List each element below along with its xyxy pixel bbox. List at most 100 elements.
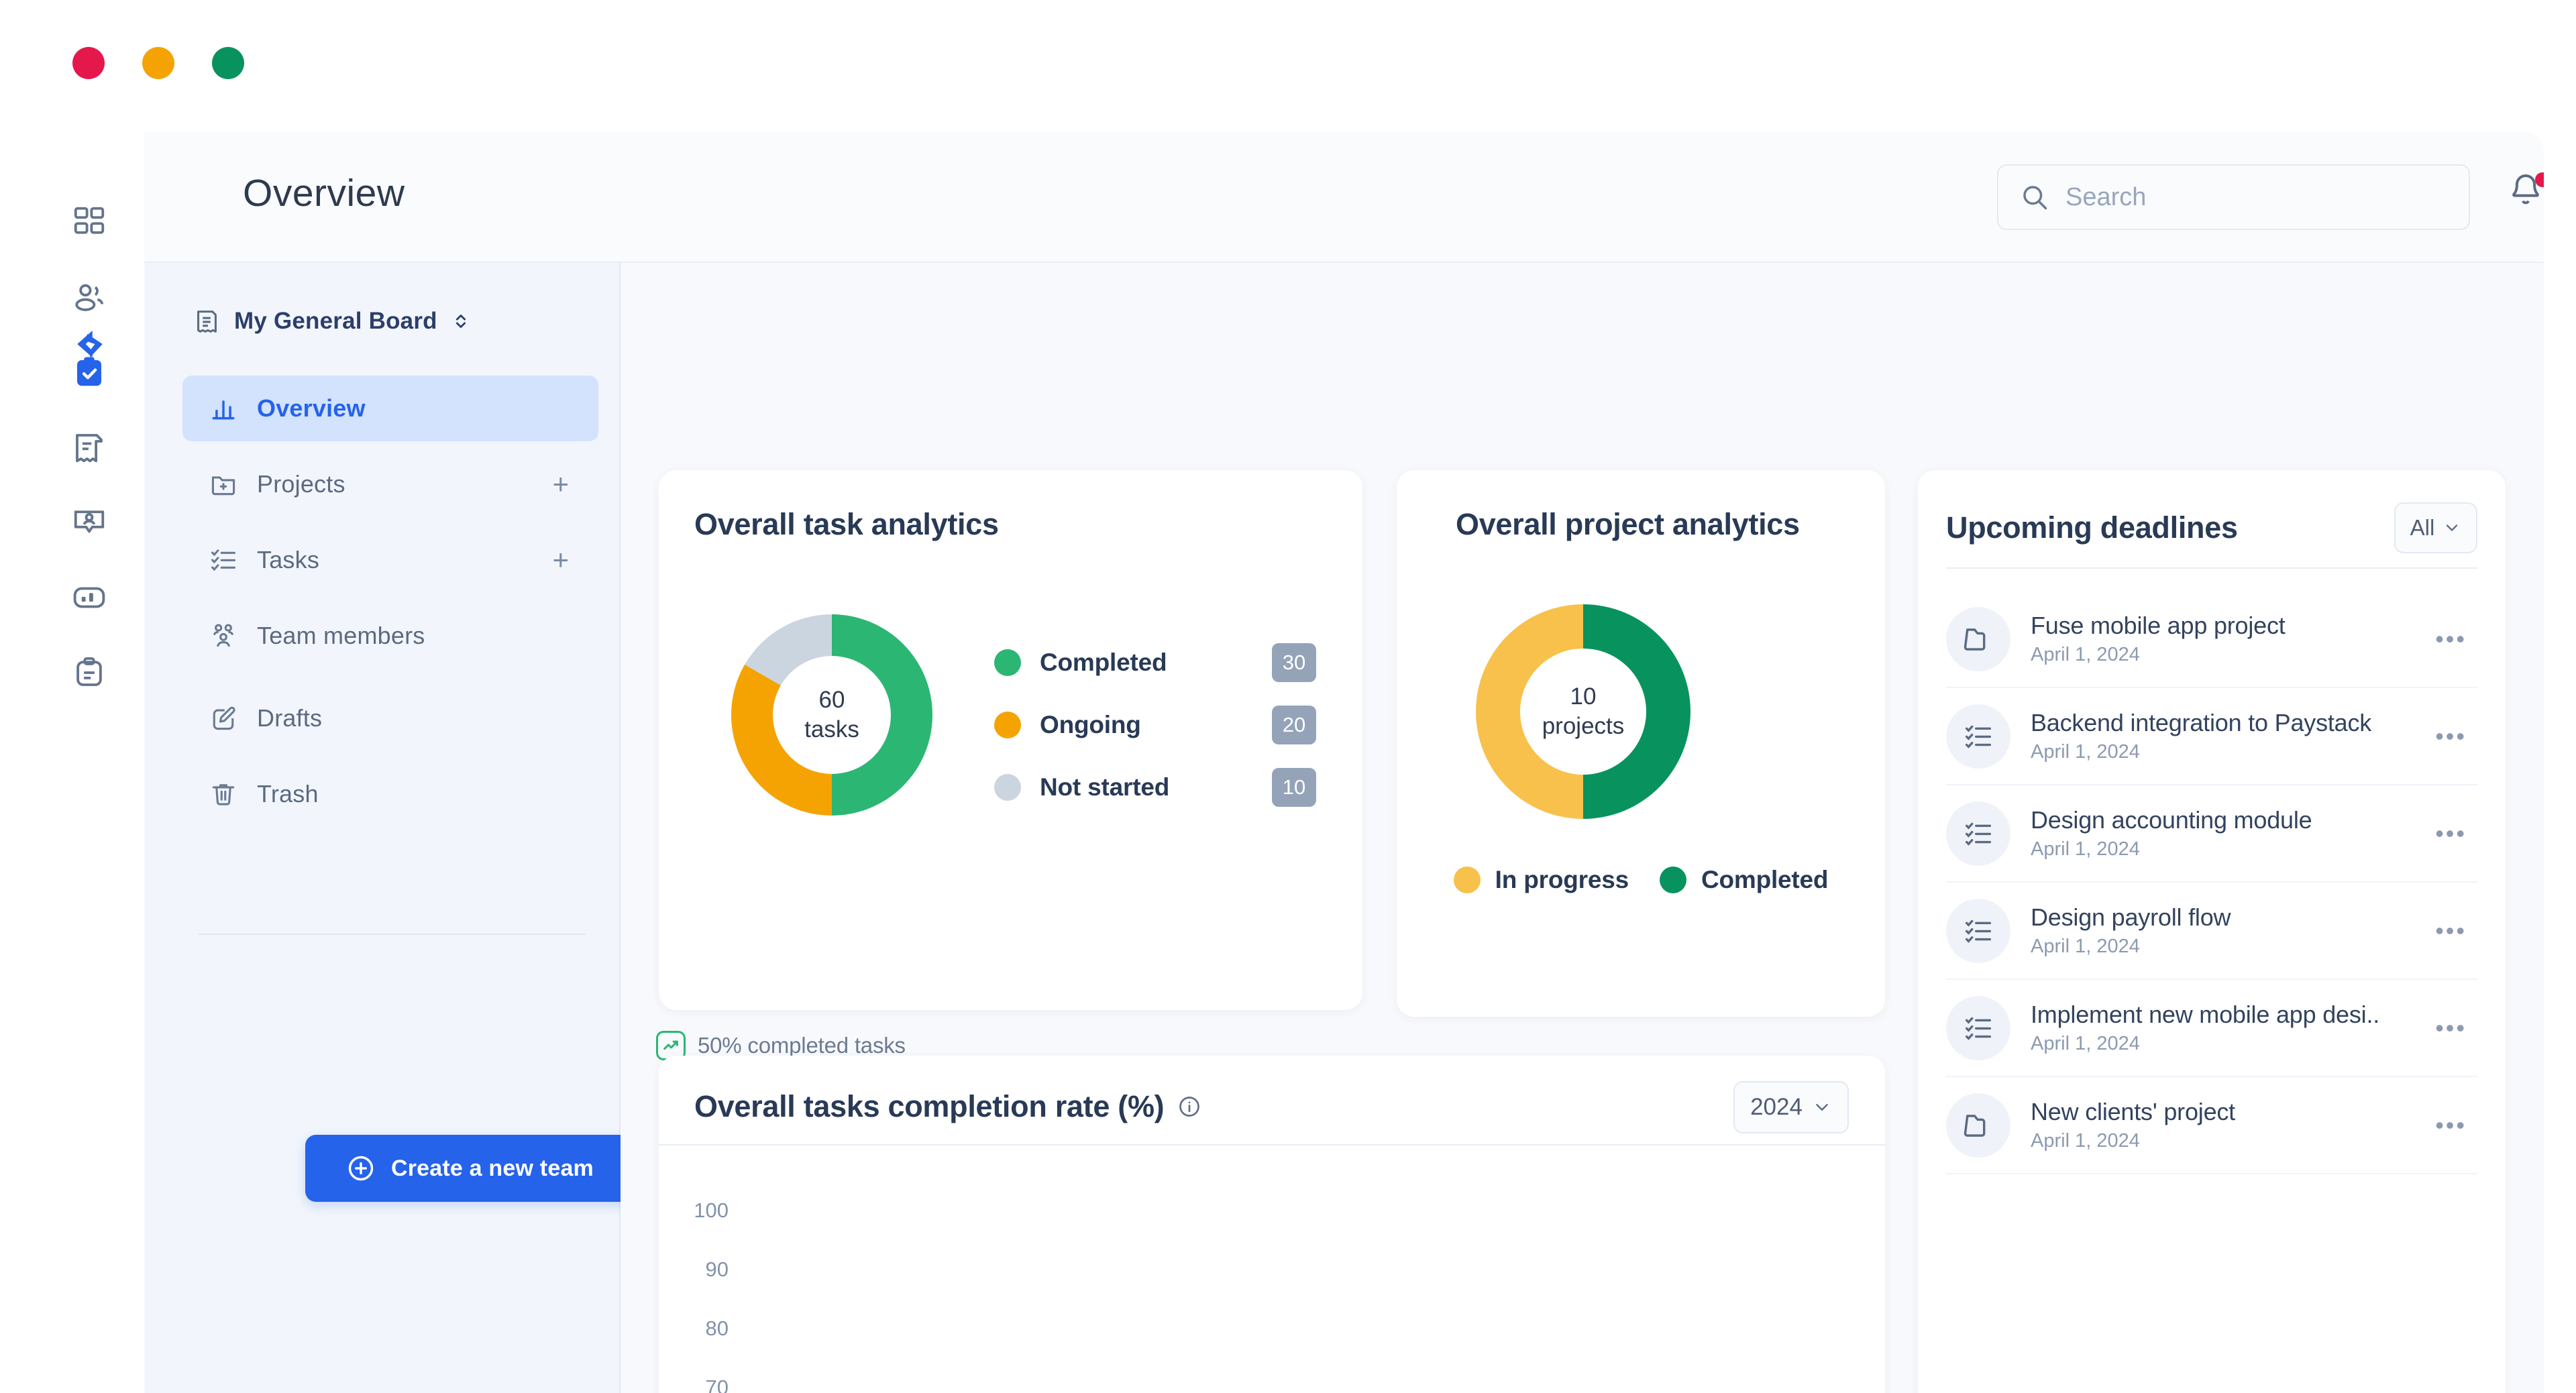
legend-value: 10: [1272, 767, 1316, 807]
notification-bell-button[interactable]: [2507, 171, 2544, 219]
legend-label: In progress: [1495, 866, 1629, 893]
folder-icon: [1946, 606, 2010, 671]
legend-item[interactable]: Completed 30: [994, 631, 1316, 693]
sidebar-item-trash[interactable]: Trash: [182, 761, 598, 827]
create-a-new-team-button[interactable]: Create a new team: [305, 1135, 634, 1202]
add-task-button[interactable]: +: [552, 546, 569, 574]
donut-center-unit: projects: [1542, 713, 1625, 739]
legend-item[interactable]: Not started 10: [994, 756, 1316, 818]
donut-center-unit: tasks: [804, 716, 859, 742]
deadline-menu-button[interactable]: •••: [2435, 724, 2467, 748]
checklist-icon: [1946, 801, 2010, 866]
sidebar-item-projects[interactable]: Projects +: [182, 451, 598, 517]
window-minimize-dot[interactable]: [142, 47, 174, 79]
page-title: Overview: [243, 172, 405, 215]
sidebar-item-drafts[interactable]: Drafts: [182, 685, 598, 751]
checklist-icon: [1946, 704, 2010, 769]
rail-item-receipt[interactable]: [65, 423, 113, 471]
checklist-icon: [1946, 898, 2010, 963]
deadline-name: Fuse mobile app project: [2031, 612, 2286, 639]
pencil-square-icon: [207, 702, 239, 734]
legend-label: Not started: [1040, 773, 1170, 801]
sidebar-item-label: Tasks: [257, 546, 320, 573]
checklist-icon: [1946, 995, 2010, 1060]
legend-label: Ongoing: [1040, 710, 1141, 738]
app-shell: Overview AB: [35, 132, 2544, 1393]
deadlines-header: Upcoming deadlines All: [1946, 496, 2477, 560]
task-completion-text: 50% completed tasks: [698, 1033, 906, 1058]
sidebar-item-label: Projects: [257, 470, 345, 498]
deadline-menu-button[interactable]: •••: [2435, 626, 2467, 651]
sidebar-item-label: Drafts: [257, 704, 323, 732]
deadline-name: Implement new mobile app desi..: [2031, 1001, 2380, 1028]
sidebar-item-team-members[interactable]: Team members: [182, 603, 598, 669]
add-project-button[interactable]: +: [552, 470, 569, 498]
legend-dot-not-started: [994, 773, 1021, 801]
task-legend: Completed 30 Ongoing 20 Not started 10: [994, 631, 1316, 818]
search-box[interactable]: [1997, 164, 2470, 230]
sidebar-nav: My General Board Overview Projects + Tas…: [144, 263, 634, 1393]
sidebar-item-label: Overview: [257, 394, 366, 422]
filter-value: All: [2410, 515, 2435, 540]
deadline-date: April 1, 2024: [2031, 741, 2140, 763]
deadline-row[interactable]: New clients' project April 1, 2024 •••: [1946, 1077, 2477, 1174]
main-canvas: Overall task analytics 60 tasks Complete…: [621, 263, 2544, 1393]
legend-item[interactable]: Completed: [1659, 866, 1829, 894]
board-name: My General Board: [234, 308, 437, 334]
deadline-date: April 1, 2024: [2031, 1130, 2140, 1152]
deadline-menu-button[interactable]: •••: [2435, 821, 2467, 846]
trash-icon: [207, 778, 239, 810]
deadline-row[interactable]: Design payroll flow April 1, 2024 •••: [1946, 883, 2477, 980]
deadline-row[interactable]: Design accounting module April 1, 2024 •…: [1946, 785, 2477, 883]
info-icon[interactable]: [1177, 1095, 1201, 1119]
top-header: Overview AB: [144, 132, 2544, 263]
year-select[interactable]: 2024: [1733, 1081, 1849, 1133]
rail-item-tasks[interactable]: [65, 348, 113, 396]
overall-project-analytics-card: Overall project analytics 10 projects In…: [1397, 470, 1885, 1017]
deadline-date: April 1, 2024: [2031, 936, 2140, 957]
sidebar-item-label: Team members: [257, 622, 425, 649]
donut-center-value: 60: [818, 687, 845, 714]
search-input[interactable]: [2065, 182, 2428, 212]
rail-item-team[interactable]: [65, 273, 113, 321]
year-value: 2024: [1750, 1094, 1803, 1120]
chevron-updown-icon: [449, 310, 472, 333]
deadlines-filter-dropdown[interactable]: All: [2394, 502, 2477, 553]
icon-rail: [35, 132, 144, 1393]
deadline-menu-button[interactable]: •••: [2435, 1015, 2467, 1040]
legend-dot-completed: [1659, 867, 1686, 893]
sidebar-item-tasks[interactable]: Tasks +: [182, 527, 598, 593]
deadline-row[interactable]: Backend integration to Paystack April 1,…: [1946, 688, 2477, 785]
legend-item[interactable]: Ongoing 20: [994, 693, 1316, 756]
deadline-row[interactable]: Implement new mobile app desi.. April 1,…: [1946, 980, 2477, 1077]
deadline-menu-button[interactable]: •••: [2435, 918, 2467, 943]
deadline-row[interactable]: Fuse mobile app project April 1, 2024 ••…: [1946, 591, 2477, 688]
folder-icon: [1946, 1093, 2010, 1158]
rail-item-grid[interactable]: [65, 198, 113, 246]
legend-dot-ongoing: [994, 711, 1021, 738]
deadline-menu-button[interactable]: •••: [2435, 1113, 2467, 1137]
rate-plot-area: 100 90 80 70 60: [659, 1146, 1885, 1393]
board-switcher[interactable]: My General Board: [191, 300, 472, 343]
rail-item-analytics[interactable]: [65, 573, 113, 622]
folder-plus-icon: [207, 468, 239, 500]
chevron-down-icon: [1812, 1097, 1832, 1117]
sidebar-item-overview[interactable]: Overview: [182, 376, 598, 441]
legend-label: Completed: [1040, 648, 1167, 676]
rail-item-contact-card[interactable]: [65, 498, 113, 547]
sidebar-item-label: Trash: [257, 780, 319, 807]
deadline-date: April 1, 2024: [2031, 1033, 2140, 1054]
window-chrome: [0, 0, 2576, 132]
window-maximize-dot[interactable]: [212, 47, 244, 79]
card-divider: [1946, 567, 2477, 569]
window-close-dot[interactable]: [72, 47, 105, 79]
donut-center-value: 10: [1570, 683, 1597, 710]
create-team-label: Create a new team: [391, 1155, 594, 1181]
legend-value: 30: [1272, 643, 1316, 682]
rail-item-clipboard-list[interactable]: [65, 649, 113, 697]
sidebar-divider: [198, 934, 586, 935]
legend-value: 20: [1272, 705, 1316, 744]
rate-title-wrap: Overall tasks completion rate (%): [694, 1089, 1201, 1124]
legend-item[interactable]: In progress: [1453, 866, 1629, 894]
overall-tasks-completion-rate-card: Overall tasks completion rate (%) 2024 1…: [659, 1056, 1885, 1393]
